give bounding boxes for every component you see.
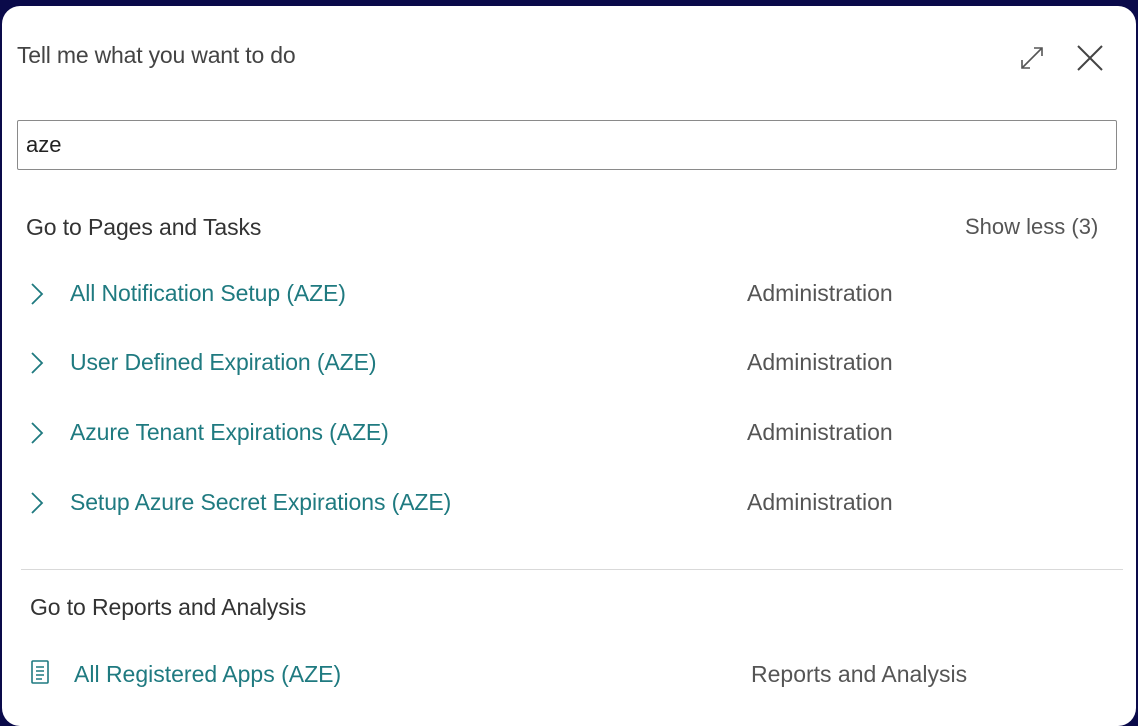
result-link[interactable]: All Notification Setup (AZE): [70, 280, 346, 307]
reports-section-heading: Go to Reports and Analysis: [30, 594, 307, 620]
show-less-link[interactable]: Show less (3): [965, 214, 1098, 240]
report-document-icon: [31, 660, 49, 684]
dialog-title: Tell me what you want to do: [17, 42, 296, 68]
result-category: Administration: [747, 419, 893, 445]
result-link[interactable]: Setup Azure Secret Expirations (AZE): [70, 489, 451, 516]
search-input[interactable]: [17, 120, 1117, 170]
section-divider: [21, 569, 1123, 570]
close-button[interactable]: [1070, 38, 1110, 78]
chevron-right-icon: [31, 422, 44, 444]
result-row[interactable]: User Defined Expiration (AZE) Administra…: [22, 339, 1122, 387]
result-category: Administration: [747, 489, 893, 515]
report-link[interactable]: All Registered Apps (AZE): [74, 661, 341, 688]
report-category: Reports and Analysis: [751, 661, 968, 687]
chevron-right-icon: [31, 492, 44, 514]
expand-icon: [1021, 47, 1043, 69]
result-link[interactable]: Azure Tenant Expirations (AZE): [70, 419, 389, 446]
chevron-right-icon: [31, 283, 44, 305]
result-row[interactable]: Setup Azure Secret Expirations (AZE) Adm…: [22, 479, 1122, 527]
result-category: Administration: [747, 280, 893, 306]
pages-section-heading: Go to Pages and Tasks: [26, 214, 262, 240]
tell-me-dialog: Tell me what you want to do Go to Pages …: [2, 6, 1136, 726]
expand-button[interactable]: [1016, 42, 1048, 74]
result-row[interactable]: All Notification Setup (AZE) Administrat…: [22, 270, 1122, 318]
result-row[interactable]: Azure Tenant Expirations (AZE) Administr…: [22, 409, 1122, 457]
report-row[interactable]: All Registered Apps (AZE) Reports and An…: [22, 649, 1122, 697]
screen-background: Tell me what you want to do Go to Pages …: [0, 0, 1138, 726]
chevron-right-icon: [31, 352, 44, 374]
result-link[interactable]: User Defined Expiration (AZE): [70, 349, 377, 376]
result-category: Administration: [747, 349, 893, 375]
close-icon: [1077, 45, 1103, 71]
